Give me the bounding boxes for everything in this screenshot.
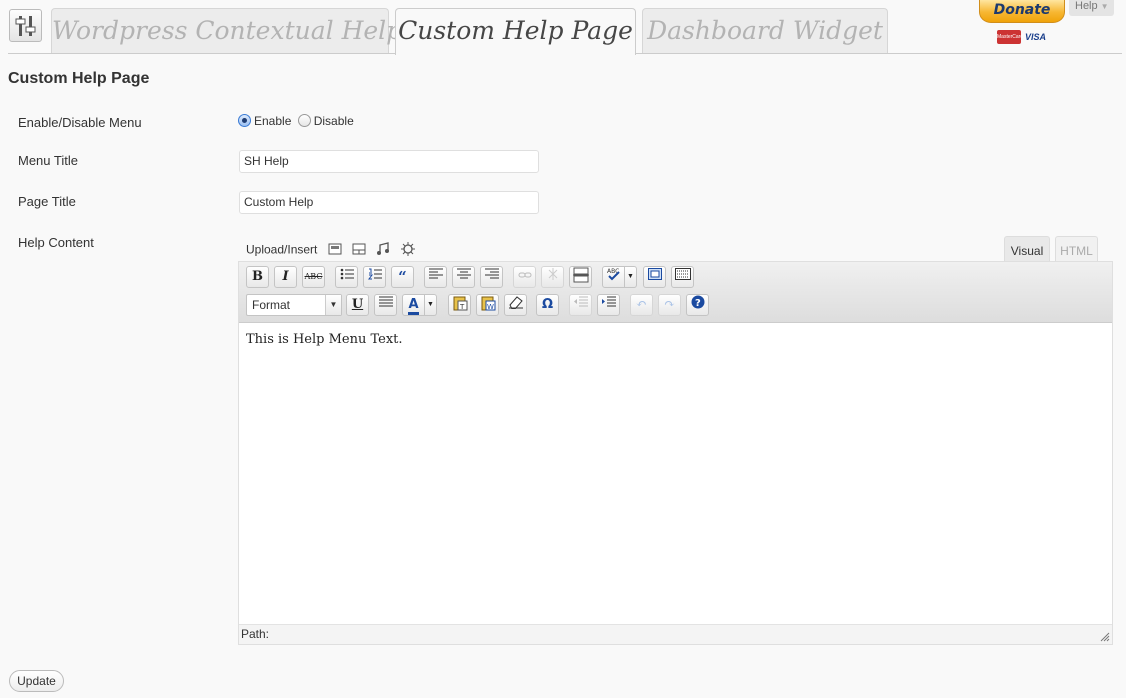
page-title-input[interactable]: Custom Help — [239, 191, 539, 214]
add-media-icon[interactable] — [400, 242, 415, 259]
help-label: Help — [1075, 0, 1098, 12]
justify-button[interactable] — [374, 294, 397, 316]
text-color-icon: A — [408, 297, 419, 315]
align-right-icon — [484, 268, 499, 279]
unlink-button[interactable] — [541, 266, 564, 288]
align-right-button[interactable] — [480, 266, 503, 288]
header: Wordpress Contextual Help Custom Help Pa… — [0, 0, 1126, 55]
strikethrough-button[interactable]: ABC — [302, 266, 325, 288]
tab-html[interactable]: HTML — [1055, 236, 1098, 262]
link-icon — [518, 272, 531, 278]
format-select[interactable]: Format ▼ — [246, 294, 342, 316]
enable-disable-label: Enable/Disable Menu — [18, 115, 142, 130]
indent-icon — [601, 296, 616, 307]
settings-icon[interactable] — [9, 9, 42, 42]
format-select-value: Format — [252, 298, 291, 312]
italic-button[interactable]: I — [274, 266, 297, 288]
visa-icon: VISA — [1025, 32, 1047, 42]
align-left-icon — [428, 268, 443, 279]
enable-disable-radios: Enable Disable — [238, 114, 357, 128]
special-character-button[interactable]: Ω — [536, 294, 559, 316]
eraser-icon — [508, 296, 523, 310]
upload-insert-label: Upload/Insert — [246, 242, 318, 257]
paste-word-button[interactable]: W — [476, 294, 499, 316]
editor-path-bar: Path: — [239, 624, 1112, 644]
help-icon: ? — [691, 295, 704, 309]
section-title: Custom Help Page — [8, 70, 150, 87]
justify-icon — [378, 296, 393, 307]
paste-word-icon: W — [481, 296, 495, 311]
chevron-down-icon: ▼ — [325, 295, 341, 315]
unlink-icon — [548, 268, 557, 280]
tab-visual[interactable]: Visual — [1004, 236, 1050, 262]
fullscreen-button[interactable] — [643, 266, 666, 288]
outdent-icon — [573, 296, 588, 307]
path-label: Path: — [241, 627, 270, 641]
menu-title-label: Menu Title — [18, 153, 78, 168]
spellcheck-dropdown-arrow[interactable]: ▼ — [625, 266, 637, 288]
menu-title-input[interactable]: SH Help — [239, 150, 539, 173]
text-color-button[interactable]: A — [402, 294, 425, 316]
bullet-list-icon — [340, 268, 354, 280]
numbered-list-button[interactable] — [363, 266, 386, 288]
paste-text-icon: T — [453, 296, 467, 311]
chevron-down-icon: ▼ — [1100, 2, 1109, 11]
more-tag-icon — [572, 267, 589, 283]
undo-button[interactable]: ↶ — [630, 294, 653, 316]
redo-button[interactable]: ↷ — [658, 294, 681, 316]
spellcheck-button[interactable]: ABC — [602, 266, 625, 288]
spellcheck-icon: ABC — [607, 268, 620, 281]
donate-button[interactable]: Donate — [979, 0, 1065, 23]
mastercard-icon: MasterCard — [997, 30, 1023, 44]
update-button[interactable]: Update — [9, 670, 64, 692]
kitchen-sink-button[interactable] — [671, 266, 694, 288]
svg-text:?: ? — [695, 298, 701, 309]
svg-text:W: W — [487, 303, 494, 311]
bullet-list-button[interactable] — [335, 266, 358, 288]
radio-enable[interactable] — [238, 114, 251, 127]
align-center-button[interactable] — [452, 266, 475, 288]
fullscreen-icon — [647, 268, 662, 280]
add-audio-icon[interactable] — [376, 242, 390, 259]
outdent-button[interactable] — [569, 294, 592, 316]
indent-button[interactable] — [597, 294, 620, 316]
text-color-dropdown-arrow[interactable]: ▼ — [425, 294, 437, 316]
add-image-icon[interactable] — [328, 243, 342, 258]
align-left-button[interactable] — [424, 266, 447, 288]
editor-content[interactable]: This is Help Menu Text. — [246, 332, 403, 347]
tab-wordpress-contextual-help[interactable]: Wordpress Contextual Help — [51, 8, 402, 54]
radio-enable-label[interactable]: Enable — [254, 114, 291, 128]
editor-toolbar: B I ABC “ ABC ▼ Format ▼ U A ▼ T W Ω ↶ ↷… — [239, 262, 1112, 323]
underline-button[interactable]: U — [346, 294, 369, 316]
help-button[interactable]: Help ▼ — [1069, 0, 1114, 16]
tab-dashboard-widget[interactable]: Dashboard Widget — [642, 8, 888, 54]
add-video-icon[interactable] — [352, 243, 366, 258]
insert-link-button[interactable] — [513, 266, 536, 288]
svg-text:T: T — [459, 303, 465, 311]
help-content-label: Help Content — [18, 235, 94, 250]
align-center-icon — [456, 268, 471, 279]
upload-insert-bar: Upload/Insert — [246, 242, 415, 259]
radio-disable-label[interactable]: Disable — [314, 114, 354, 128]
numbered-list-icon — [367, 268, 382, 280]
page-title-label: Page Title — [18, 194, 76, 209]
remove-format-button[interactable] — [504, 294, 527, 316]
resize-grip-icon[interactable] — [1100, 632, 1110, 642]
tab-custom-help-page[interactable]: Custom Help Page — [395, 8, 636, 55]
kitchen-sink-icon — [674, 268, 691, 280]
rich-text-editor: B I ABC “ ABC ▼ Format ▼ U A ▼ T W Ω ↶ ↷… — [238, 261, 1113, 645]
blockquote-button[interactable]: “ — [391, 266, 414, 288]
paste-text-button[interactable]: T — [448, 294, 471, 316]
radio-disable[interactable] — [297, 114, 311, 127]
help-button-editor[interactable]: ? — [686, 294, 709, 316]
bold-button[interactable]: B — [246, 266, 269, 288]
insert-more-button[interactable] — [569, 266, 592, 288]
